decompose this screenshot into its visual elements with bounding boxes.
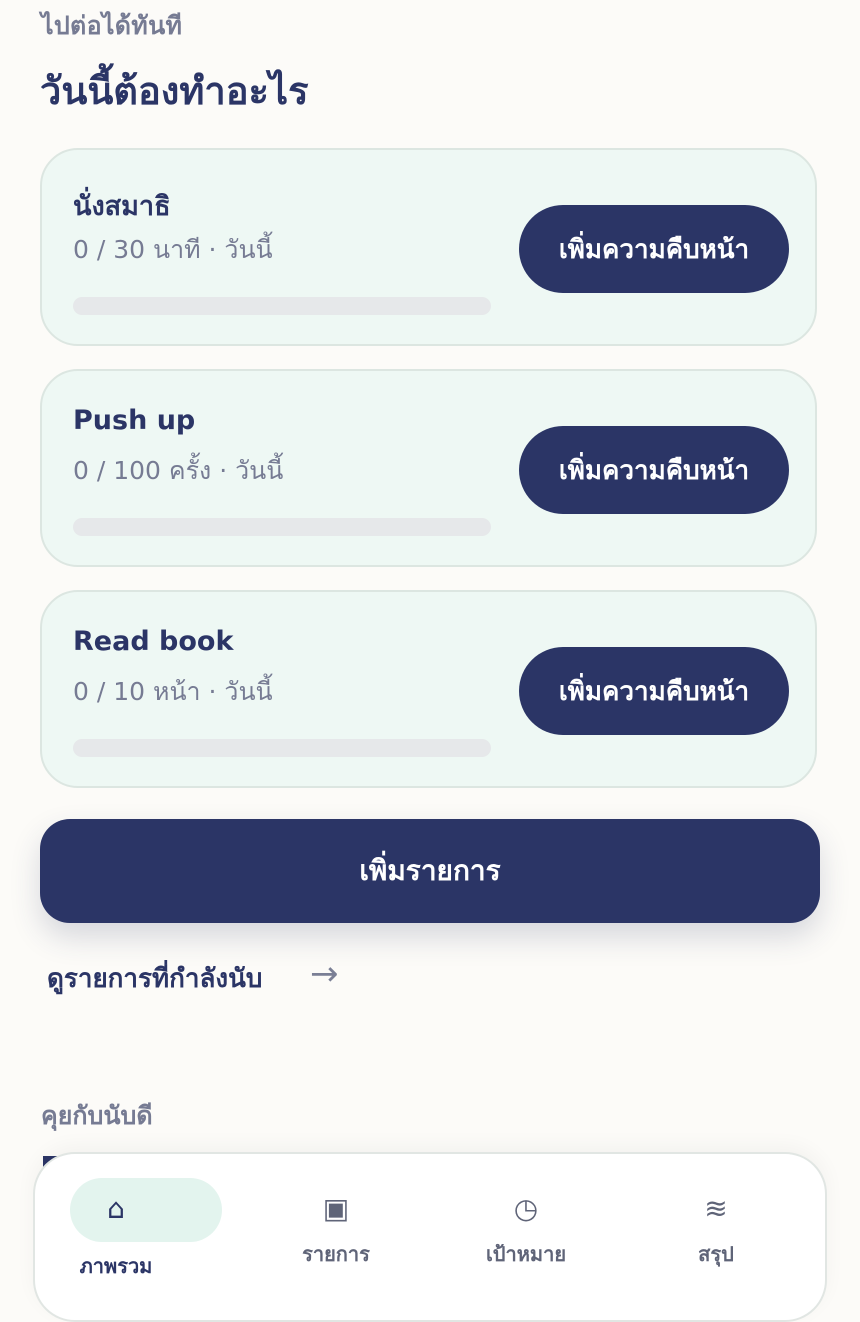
bottom-navigation: ⌂ ภาพรวม ▣ รายการ ◷ เป้าหมาย ≋ สรุป — [33, 1152, 827, 1322]
clock-icon: ◷ — [513, 1192, 539, 1225]
add-progress-button[interactable]: เพิ่มความคืบหน้า — [519, 647, 789, 735]
progress-bar — [73, 518, 491, 536]
task-progress-text: 0 / 100 ครั้ง · วันนี้ — [73, 456, 284, 485]
task-name: นั่งสมาธิ — [73, 191, 171, 222]
nav-item-label: สรุป — [698, 1242, 734, 1266]
eyebrow-text: ไปต่อได้ทันที — [41, 11, 183, 40]
nav-item-label: เป้าหมาย — [485, 1242, 567, 1266]
task-name: Read book — [73, 626, 234, 657]
add-item-button[interactable]: เพิ่มรายการ — [40, 819, 820, 923]
chat-section-label: คุยกับนับดี — [41, 1101, 153, 1130]
task-card-meditation: นั่งสมาธิ 0 / 30 นาที · วันนี้ เพิ่มความ… — [40, 148, 817, 346]
nav-item-items[interactable]: ▣ รายการ — [256, 1178, 416, 1288]
nav-item-label: รายการ — [302, 1242, 370, 1266]
add-progress-button[interactable]: เพิ่มความคืบหน้า — [519, 426, 789, 514]
progress-bar — [73, 297, 491, 315]
progress-bar — [73, 739, 491, 757]
summary-waves-icon: ≋ — [704, 1192, 728, 1225]
home-icon: ⌂ — [107, 1192, 125, 1225]
task-progress-text: 0 / 10 หน้า · วันนี้ — [73, 677, 273, 706]
nav-item-label: ภาพรวม — [79, 1254, 153, 1278]
page-title: วันนี้ต้องทำอะไร — [40, 69, 309, 113]
task-card-push-up: Push up 0 / 100 ครั้ง · วันนี้ เพิ่มความ… — [40, 369, 817, 567]
nav-item-summary[interactable]: ≋ สรุป — [636, 1178, 796, 1288]
task-card-read-book: Read book 0 / 10 หน้า · วันนี้ เพิ่มความ… — [40, 590, 817, 788]
add-progress-button[interactable]: เพิ่มความคืบหน้า — [519, 205, 789, 293]
task-name: Push up — [73, 405, 196, 436]
view-counting-link[interactable]: ดูรายการที่กำลังนับ — [47, 958, 262, 999]
arrow-right-icon[interactable]: → — [310, 954, 339, 994]
nav-item-overview[interactable]: ⌂ ภาพรวม — [36, 1178, 222, 1288]
task-progress-text: 0 / 30 นาที · วันนี้ — [73, 235, 273, 264]
nav-item-goals[interactable]: ◷ เป้าหมาย — [446, 1178, 606, 1288]
list-square-icon: ▣ — [322, 1192, 350, 1225]
